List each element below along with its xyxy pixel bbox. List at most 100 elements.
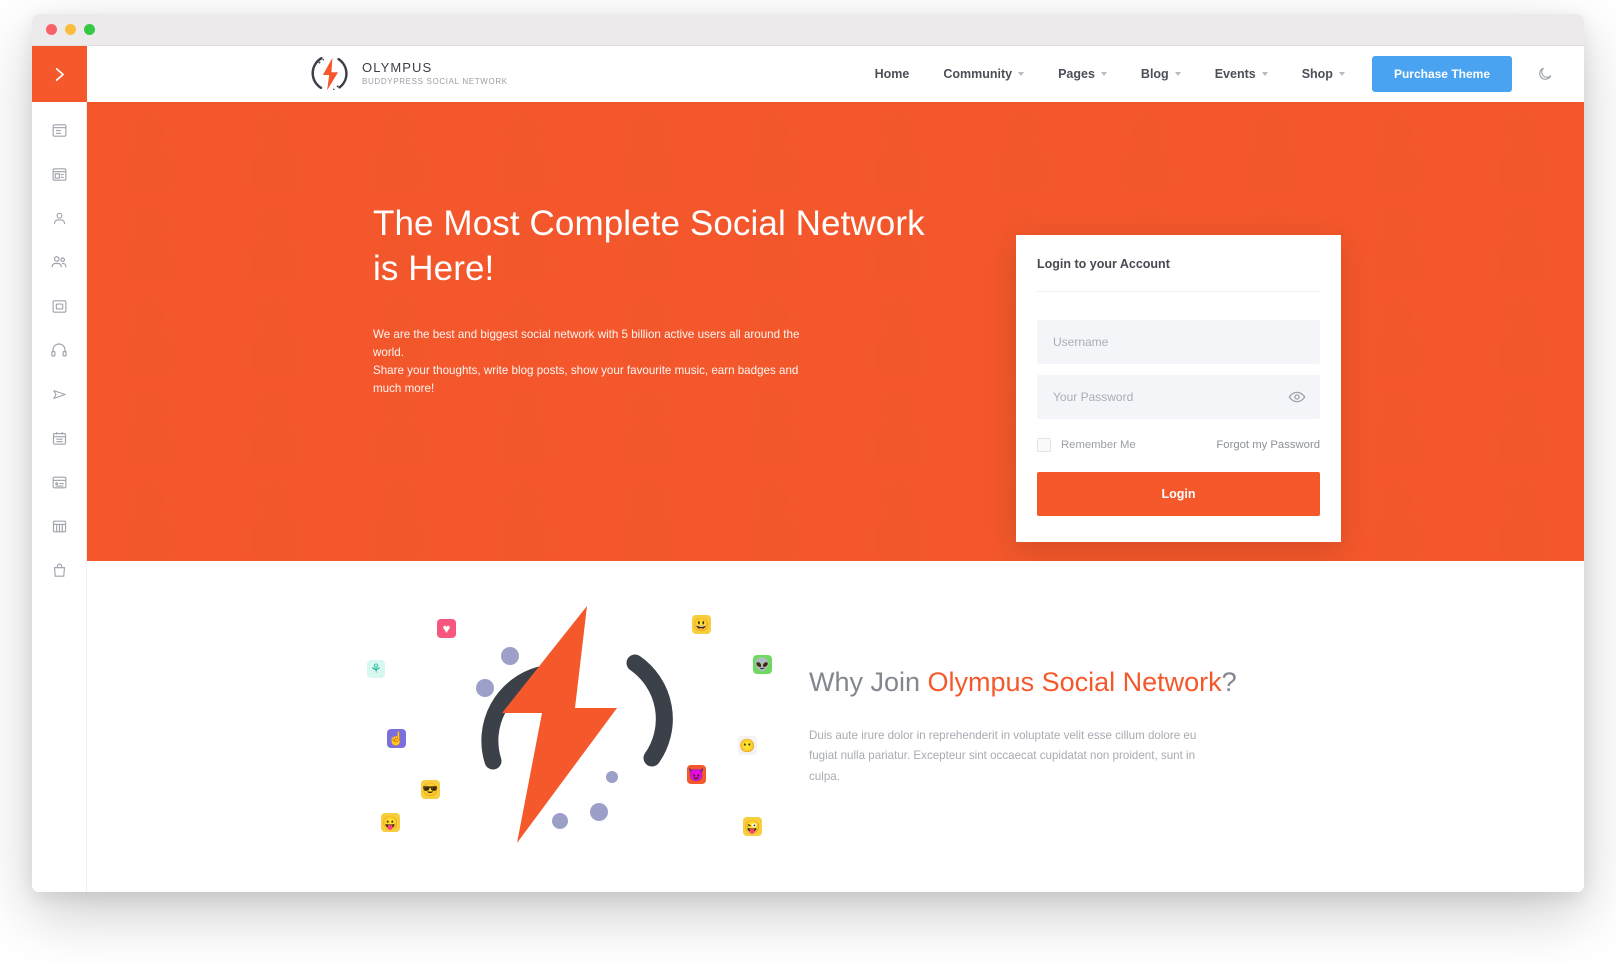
videos-icon <box>52 389 66 399</box>
wink-face-badge: 😜 <box>743 816 762 836</box>
sidebar-item-articles[interactable] <box>47 162 71 186</box>
top-navbar: OLYMPUS BUDDYPRESS SOCIAL NETWORK Home C… <box>87 46 1584 102</box>
nav-item-events[interactable]: Events <box>1198 46 1285 102</box>
chevron-down-icon <box>1174 72 1181 76</box>
hero-copy: The Most Complete Social Network is Here… <box>373 202 933 397</box>
nav-item-label: Shop <box>1301 67 1333 81</box>
sidebar-item-music[interactable] <box>47 338 71 362</box>
password-input[interactable] <box>1037 375 1320 419</box>
sidebar-item-groups[interactable] <box>47 250 71 274</box>
nav-item-shop[interactable]: Shop <box>1285 46 1362 102</box>
grin-face-badge: 😃 <box>692 614 711 634</box>
window-viewport: OLYMPUS BUDDYPRESS SOCIAL NETWORK Home C… <box>32 46 1584 892</box>
groups-icon <box>51 256 67 268</box>
shop-icon <box>53 563 65 577</box>
brand-text: OLYMPUS BUDDYPRESS SOCIAL NETWORK <box>362 60 508 88</box>
login-submit-button[interactable]: Login <box>1037 472 1320 516</box>
nav-item-label: Pages <box>1058 67 1095 81</box>
maximize-window-button[interactable] <box>84 24 95 35</box>
sidebar-item-videos[interactable] <box>47 382 71 406</box>
remember-me-control[interactable]: Remember Me <box>1037 438 1136 452</box>
nav-menu: Home Community Pages Blog Events Shop Pu… <box>858 46 1556 102</box>
forums-icon <box>52 476 66 488</box>
remember-me-checkbox[interactable] <box>1037 438 1051 452</box>
hero-subtitle: We are the best and biggest social netwo… <box>373 326 813 398</box>
nav-item-blog[interactable]: Blog <box>1124 46 1198 102</box>
nerd-face-badge: 😎 <box>421 779 440 799</box>
hero-banner: The Most Complete Social Network is Here… <box>87 102 1584 561</box>
neutral-badge: 😶 <box>738 735 757 755</box>
chevron-down-icon <box>1100 72 1107 76</box>
sidebar-item-photos[interactable] <box>47 294 71 318</box>
nav-item-label: Home <box>874 67 910 81</box>
why-join-title: Why Join Olympus Social Network? <box>809 666 1237 700</box>
nav-item-label: Events <box>1214 67 1256 81</box>
rail-icon-list <box>47 102 71 582</box>
profile-icon <box>53 212 65 224</box>
tongue-face-badge: 😛 <box>381 812 400 832</box>
chevron-down-icon <box>1338 72 1345 76</box>
purchase-theme-button[interactable]: Purchase Theme <box>1371 56 1512 92</box>
decorative-dot <box>606 770 618 783</box>
chevron-right-icon <box>55 67 64 81</box>
why-join-body: Duis aute irure dolor in reprehenderit i… <box>809 728 1197 783</box>
why-join-section: ♥ ⚘ ☝ 😎 😛 😃 👽 😶 😈 😜 Why Join Olympus Social Netwo… <box>87 561 1584 892</box>
sidebar-toggle-button[interactable] <box>32 46 87 102</box>
login-card-heading: Login to your Account <box>1037 235 1320 292</box>
sidebar-item-marketplace[interactable] <box>47 514 71 538</box>
newsfeed-icon <box>52 123 66 137</box>
sidebar-item-newsfeed[interactable] <box>47 118 71 142</box>
lightning-bolt-logo-svg <box>311 57 348 91</box>
decorative-dot <box>552 812 568 829</box>
toggle-password-visibility-button[interactable] <box>1288 388 1306 406</box>
moon-icon <box>1539 67 1552 80</box>
hero-title: The Most Complete Social Network is Here… <box>373 204 925 288</box>
hero-subtitle-line-2: Share your thoughts, write blog posts, s… <box>373 363 799 395</box>
lightning-bolt-illustration: ♥ ⚘ ☝ 😎 😛 😃 👽 😶 😈 😜 <box>349 597 772 857</box>
brand-tagline: BUDDYPRESS SOCIAL NETWORK <box>362 77 508 87</box>
forgot-password-link[interactable]: Forgot my Password <box>1216 439 1320 451</box>
why-join-title-accent: Olympus Social Network <box>927 667 1222 698</box>
lightning-bolt-logo <box>309 53 351 95</box>
hero-inner: The Most Complete Social Network is Here… <box>87 102 1584 561</box>
eye-icon <box>1288 391 1306 403</box>
username-input[interactable] <box>1037 320 1320 364</box>
nav-item-label: Blog <box>1140 67 1169 81</box>
sidebar-item-shop[interactable] <box>47 558 71 582</box>
brand-logo-link[interactable]: OLYMPUS BUDDYPRESS SOCIAL NETWORK <box>309 53 508 95</box>
articles-icon <box>52 167 66 181</box>
login-options-row: Remember Me Forgot my Password <box>1037 438 1320 452</box>
sidebar-item-forums[interactable] <box>47 470 71 494</box>
thumbsup-badge: ☝ <box>387 728 406 748</box>
sidebar-item-events[interactable] <box>47 426 71 450</box>
dark-mode-toggle[interactable] <box>1534 63 1556 85</box>
nav-item-community[interactable]: Community <box>926 46 1041 102</box>
chevron-down-icon <box>1018 72 1025 76</box>
photos-icon <box>52 299 66 313</box>
brand-name: OLYMPUS <box>362 60 433 76</box>
window-titlebar <box>32 14 1584 46</box>
login-card: Login to your Account Username Remember … <box>1016 235 1341 542</box>
party-badge: ⚘ <box>367 659 385 678</box>
music-icon <box>51 343 67 357</box>
nav-item-label: Community <box>943 67 1013 81</box>
login-form: Remember Me Forgot my Password Login <box>1037 320 1320 516</box>
marketplace-icon <box>52 520 66 532</box>
remember-me-label: Remember Me <box>1061 439 1136 451</box>
nav-item-home[interactable]: Home <box>858 46 927 102</box>
chevron-down-icon <box>1261 72 1268 76</box>
events-icon <box>52 431 66 445</box>
page-content: OLYMPUS BUDDYPRESS SOCIAL NETWORK Home C… <box>87 46 1584 892</box>
minimize-window-button[interactable] <box>65 24 76 35</box>
why-join-copy: Why Join Olympus Social Network? Duis au… <box>809 666 1237 787</box>
why-join-title-suffix: ? <box>1221 667 1237 698</box>
close-window-button[interactable] <box>46 24 57 35</box>
hero-subtitle-line-1: We are the best and biggest social netwo… <box>373 327 800 359</box>
browser-window: OLYMPUS BUDDYPRESS SOCIAL NETWORK Home C… <box>32 14 1584 892</box>
left-icon-rail <box>32 46 87 892</box>
sidebar-item-profile[interactable] <box>47 206 71 230</box>
decorative-dot <box>476 678 494 697</box>
heart-badge: ♥ <box>437 618 456 638</box>
password-field-row <box>1037 375 1320 419</box>
nav-item-pages[interactable]: Pages <box>1041 46 1124 102</box>
